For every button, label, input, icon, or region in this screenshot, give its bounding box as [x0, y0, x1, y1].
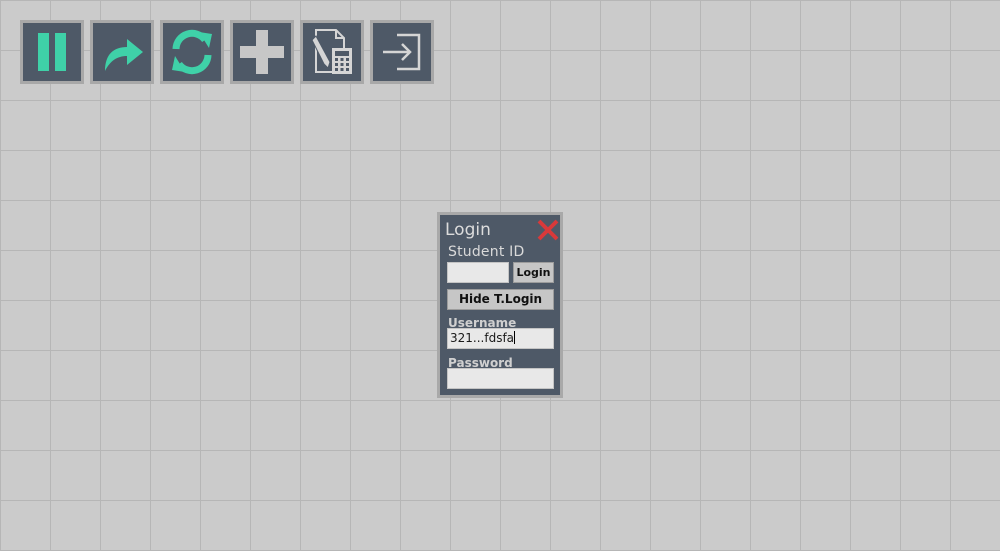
- document-calculator-icon: [311, 29, 352, 74]
- exit-icon: [383, 33, 421, 71]
- pause-button[interactable]: [20, 20, 84, 84]
- pause-icon: [38, 33, 66, 71]
- plus-icon: [240, 30, 284, 74]
- login-dialog: Login Student ID Login Hide T.Login User…: [437, 212, 563, 398]
- student-id-label: Student ID: [448, 244, 525, 260]
- close-button[interactable]: [536, 218, 560, 242]
- hide-teacher-login-button[interactable]: Hide T.Login: [447, 289, 554, 310]
- username-value: 321...fdsfa: [450, 331, 515, 345]
- student-id-input[interactable]: [447, 262, 509, 283]
- redo-arrow-icon: [105, 39, 143, 71]
- password-input[interactable]: [447, 368, 554, 389]
- text-caret: [514, 331, 516, 344]
- close-icon: [537, 219, 559, 241]
- refresh-icon: [172, 29, 212, 75]
- refresh-button[interactable]: [160, 20, 224, 84]
- login-button[interactable]: Login: [513, 262, 554, 283]
- redo-button[interactable]: [90, 20, 154, 84]
- dialog-title: Login: [445, 220, 491, 240]
- add-button[interactable]: [230, 20, 294, 84]
- exit-button[interactable]: [370, 20, 434, 84]
- calculator-document-button[interactable]: [300, 20, 364, 84]
- username-input[interactable]: 321...fdsfa: [447, 328, 554, 349]
